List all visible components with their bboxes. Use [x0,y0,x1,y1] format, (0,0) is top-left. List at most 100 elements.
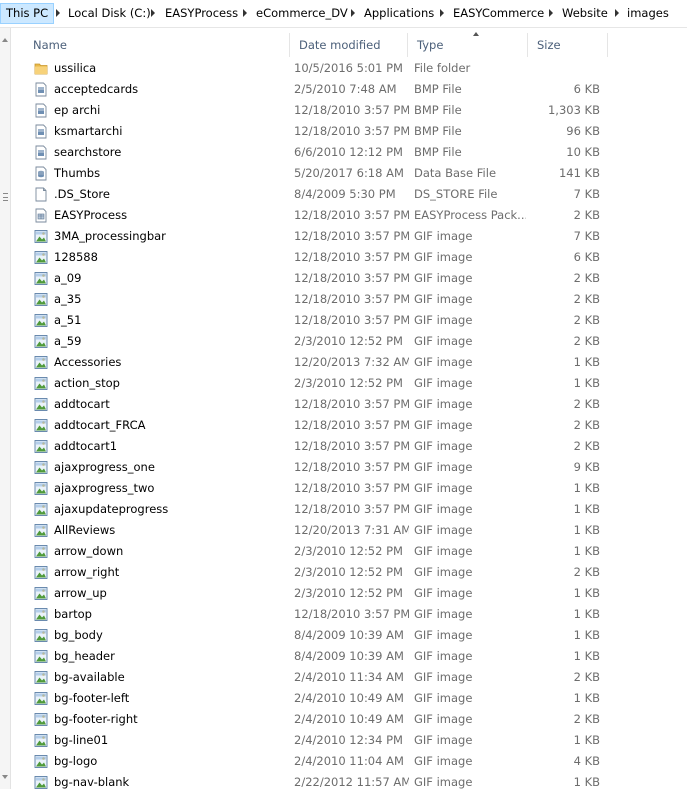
file-row[interactable]: bg_header 8/4/2009 10:39 AM GIF image 1 KB [12,646,612,667]
file-name: Thumbs [54,166,101,180]
breadcrumb-this-pc[interactable]: This PC [0,3,55,24]
gif-image-icon [34,670,48,685]
breadcrumb-images[interactable]: images [622,3,674,24]
file-row[interactable]: Thumbs 5/20/2017 6:18 AM Data Base File 141… [12,163,612,184]
breadcrumb-ecommerce-dv[interactable]: eCommerce_DV [251,3,353,24]
breadcrumb-separator-icon[interactable] [351,9,355,17]
file-row[interactable]: ajaxprogress_one 12/18/2010 3:57 PM GIF im… [12,457,612,478]
column-header-name[interactable]: Name [24,33,290,57]
file-row[interactable]: ep archi 12/18/2010 3:57 PM BMP File 1,303 … [12,100,612,121]
file-size: 1 KB [573,502,600,516]
scroll-down-arrow-icon[interactable] [2,775,8,779]
breadcrumb-applications[interactable]: Applications [359,3,439,24]
file-type: EASYProcess Pack... [414,208,526,222]
gif-image-icon [34,481,48,496]
file-type: GIF image [414,439,473,453]
breadcrumb-separator-icon[interactable] [615,9,619,17]
file-size: 1,303 KB [547,103,600,117]
gif-image-icon [34,229,48,244]
file-row[interactable]: arrow_up 2/3/2010 12:52 PM GIF image 1 KB [12,583,612,604]
file-type: GIF image [414,670,473,684]
file-row[interactable]: bg-line01 2/4/2010 12:34 PM GIF image 1 KB [12,730,612,751]
scroll-up-arrow-icon[interactable] [2,38,8,42]
file-row[interactable]: bg-available 2/4/2010 11:34 AM GIF image 2 … [12,667,612,688]
file-row[interactable]: Accessories 12/20/2013 7:32 AM GIF image 1 … [12,352,612,373]
breadcrumb-separator-icon[interactable] [440,9,444,17]
file-name: .DS_Store [54,187,110,201]
file-row[interactable]: bg-footer-right 2/4/2010 10:49 AM GIF imag… [12,709,612,730]
file-name: bg-footer-left [54,691,130,705]
file-type: GIF image [414,481,473,495]
file-name: 3MA_processingbar [54,229,166,243]
breadcrumb-website[interactable]: Website [557,3,613,24]
file-row[interactable]: bg_body 8/4/2009 10:39 AM GIF image 1 KB [12,625,612,646]
file-row[interactable]: addtocart_FRCA 12/18/2010 3:57 PM GIF imag… [12,415,612,436]
file-size: 6 KB [573,250,600,264]
gif-image-icon [34,712,48,727]
file-size: 1 KB [573,376,600,390]
file-type: DS_STORE File [414,187,498,201]
file-row[interactable]: bg-footer-left 2/4/2010 10:49 AM GIF image… [12,688,612,709]
file-row[interactable]: acceptedcards 2/5/2010 7:48 AM BMP File 6 K… [12,79,612,100]
column-header-type[interactable]: Type [408,33,528,57]
file-row[interactable]: bg-logo 2/4/2010 11:04 AM GIF image 4 KB [12,751,612,772]
breadcrumb-separator-icon[interactable] [56,9,60,17]
gif-image-icon [34,523,48,538]
file-row[interactable]: searchstore 6/6/2010 12:12 PM BMP File 10 K… [12,142,612,163]
file-row[interactable]: arrow_right 2/3/2010 12:52 PM GIF image 2 K… [12,562,612,583]
file-name: addtocart_FRCA [54,418,146,432]
database-file-icon [34,166,48,181]
file-type: GIF image [414,712,473,726]
column-header-size[interactable]: Size [528,33,608,57]
file-row[interactable]: a_09 12/18/2010 3:57 PM GIF image 2 KB [12,268,612,289]
file-row[interactable]: addtocart 12/18/2010 3:57 PM GIF image 2 KB [12,394,612,415]
breadcrumb-easycommerce[interactable]: EASYCommerce [448,3,549,24]
file-name: bg-available [54,670,125,684]
file-type: GIF image [414,460,473,474]
file-row[interactable]: ajaxprogress_two 12/18/2010 3:57 PM GIF im… [12,478,612,499]
file-date-modified: 12/18/2010 3:57 PM [294,292,409,306]
package-file-icon [34,208,48,223]
file-size: 1 KB [573,355,600,369]
file-row[interactable]: a_35 12/18/2010 3:57 PM GIF image 2 KB [12,289,612,310]
breadcrumb-local-disk[interactable]: Local Disk (C:) [63,3,156,24]
file-row[interactable]: ussilica 10/5/2016 5:01 PM File folder [12,58,612,79]
file-row[interactable]: .DS_Store 8/4/2009 5:30 PM DS_STORE File 7 … [12,184,612,205]
file-row[interactable]: arrow_down 2/3/2010 12:52 PM GIF image 1 KB [12,541,612,562]
file-row[interactable]: ajaxupdateprogress 12/18/2010 3:57 PM GIF … [12,499,612,520]
file-row[interactable]: AllReviews 12/20/2013 7:31 AM GIF image 1 K… [12,520,612,541]
navigation-pane-collapsed[interactable] [0,28,11,789]
breadcrumb-separator-icon[interactable] [243,9,247,17]
address-bar[interactable]: This PC Local Disk (C:) EASYProcess eCom… [0,0,687,28]
file-row[interactable]: a_59 2/3/2010 12:52 PM GIF image 2 KB [12,331,612,352]
file-size: 1 KB [573,544,600,558]
column-header-date-modified[interactable]: Date modified [290,33,408,57]
gif-image-icon [34,544,48,559]
file-date-modified: 2/5/2010 7:48 AM [294,82,397,96]
file-row[interactable]: 128588 12/18/2010 3:57 PM GIF image 6 KB [12,247,612,268]
breadcrumb-separator-icon[interactable] [549,9,553,17]
file-size: 1 KB [573,628,600,642]
file-row[interactable]: EASYProcess 12/18/2010 3:57 PM EASYProcess… [12,205,612,226]
file-row[interactable]: a_51 12/18/2010 3:57 PM GIF image 2 KB [12,310,612,331]
file-row[interactable]: 3MA_processingbar 12/18/2010 3:57 PM GIF i… [12,226,612,247]
file-size: 2 KB [573,565,600,579]
pane-resize-grip-icon[interactable] [3,193,8,201]
file-name: 128588 [54,250,98,264]
file-type: BMP File [414,103,462,117]
file-date-modified: 6/6/2010 12:12 PM [294,145,403,159]
file-date-modified: 12/20/2013 7:32 AM [294,355,409,369]
gif-image-icon [34,397,48,412]
file-row[interactable]: bartop 12/18/2010 3:57 PM GIF image 1 KB [12,604,612,625]
file-name: addtocart [54,397,110,411]
file-date-modified: 12/18/2010 3:57 PM [294,460,409,474]
file-date-modified: 12/20/2013 7:31 AM [294,523,409,537]
file-type: BMP File [414,145,462,159]
breadcrumb-separator-icon[interactable] [151,9,155,17]
file-row[interactable]: addtocart1 12/18/2010 3:57 PM GIF image 2 K… [12,436,612,457]
file-name: bg_body [54,628,103,642]
breadcrumb-easyprocess[interactable]: EASYProcess [160,3,243,24]
file-row[interactable]: ksmartarchi 12/18/2010 3:57 PM BMP File 96 … [12,121,612,142]
file-row[interactable]: action_stop 2/3/2010 12:52 PM GIF image 1 K… [12,373,612,394]
file-row[interactable]: bg-nav-blank 2/22/2012 11:57 AM GIF image 1… [12,772,612,793]
